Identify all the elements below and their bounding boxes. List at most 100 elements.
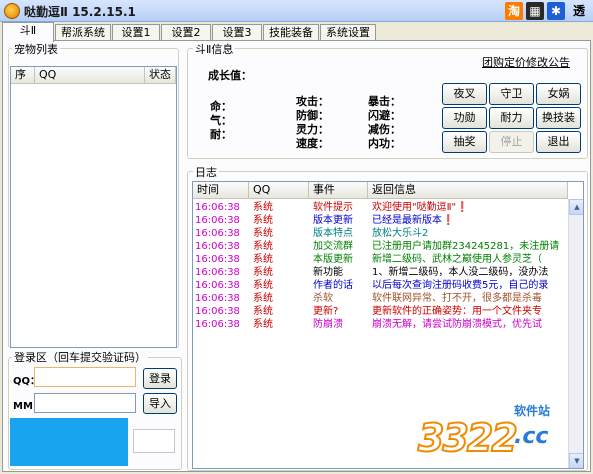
log-cell-event: 本版更新 (313, 254, 353, 265)
captcha-input[interactable] (133, 429, 175, 453)
log-row[interactable]: 16:06:38 系统 版本更新 已经是最新版本❗ (195, 214, 568, 227)
watermark-suffix: .cc (514, 424, 549, 449)
log-cell-msg: 放松大乐斗2 (372, 228, 429, 239)
scroll-up-icon[interactable]: ▲ (569, 199, 583, 215)
log-cell-event: 加交流群 (313, 241, 353, 252)
log-cell-event: 作者的话 (313, 280, 353, 291)
transparent-toggle[interactable]: 透 (570, 2, 588, 20)
log-cell-msg: 已注册用户请加群234245281，未注册请 (372, 241, 560, 252)
nuwa-button[interactable]: 女娲 (536, 83, 581, 105)
window-title: 哒勤逗Ⅱ 15.2.15.1 (24, 5, 136, 19)
growth-label: 成长值： (208, 69, 252, 82)
log-cell-event: 杀软 (313, 293, 333, 304)
qq-input[interactable] (34, 367, 136, 387)
log-cell-qq: 系统 (253, 306, 273, 317)
log-row[interactable]: 16:06:38 系统 软件提示 欢迎使用"哒勤逗Ⅱ"❗ (195, 201, 568, 214)
tab-0[interactable]: 斗Ⅱ (2, 22, 54, 42)
watermark-tag: 软件站 (514, 404, 551, 418)
log-cell-msg: 更新软件的正确姿势：用一个文件夹专 (372, 306, 542, 317)
log-cell-qq: 系统 (253, 319, 273, 330)
taobao-icon[interactable]: 淘 (505, 2, 523, 20)
stamina-button[interactable]: 耐力 (489, 107, 534, 129)
tab-3[interactable]: 设置2 (161, 24, 211, 41)
log-cell-event: 软件提示 (313, 202, 353, 213)
film-icon[interactable]: ▦ (526, 2, 544, 20)
captcha-image[interactable] (10, 418, 128, 466)
log-col-qq[interactable]: QQ (249, 182, 309, 199)
pet-list-title: 宠物列表 (12, 41, 60, 57)
stat-speed: 速度： (296, 137, 329, 150)
log-col-time[interactable]: 时间 (193, 182, 249, 199)
log-cell-time: 16:06:38 (195, 215, 240, 226)
lottery-button[interactable]: 抽奖 (442, 131, 487, 153)
tab-4[interactable]: 设置3 (212, 24, 262, 41)
log-cell-msg: 新增二级码、武林之巅使用人参灵芝（ (372, 254, 542, 265)
log-row[interactable]: 16:06:38 系统 防崩溃 崩溃无解，请尝试防崩溃模式，优先试 (195, 318, 568, 331)
log-cell-time: 16:06:38 (195, 267, 240, 278)
stat-endurance: 耐： (210, 128, 232, 141)
log-cell-qq: 系统 (253, 254, 273, 265)
log-cell-event: 版本更新 (313, 215, 353, 226)
log-cell-msg: 已经是最新版本❗ (372, 215, 455, 226)
log-cell-qq: 系统 (253, 241, 273, 252)
log-cell-msg: 1、新增二级码，本人没二级码，没办法 (372, 267, 549, 278)
log-cell-event: 新功能 (313, 267, 343, 278)
tab-2[interactable]: 设置1 (112, 24, 160, 41)
log-row[interactable]: 16:06:38 系统 本版更新 新增二级码、武林之巅使用人参灵芝（ (195, 253, 568, 266)
log-cell-time: 16:06:38 (195, 293, 240, 304)
log-cell-event: 版本特点 (313, 228, 353, 239)
group-buy-notice-link[interactable]: 团购定价修改公告 (482, 54, 570, 70)
log-row[interactable]: 16:06:38 系统 作者的话 以后每次查询注册码收费5元，自己的录 (195, 279, 568, 292)
login-button[interactable]: 登录 (143, 368, 177, 389)
log-col-message[interactable]: 返回信息 (368, 182, 568, 199)
log-cell-time: 16:06:38 (195, 254, 240, 265)
tab-6[interactable]: 系统设置 (320, 24, 376, 41)
log-cell-time: 16:06:38 (195, 319, 240, 330)
guard-button[interactable]: 守卫 (489, 83, 534, 105)
log-cell-qq: 系统 (253, 280, 273, 291)
tab-5[interactable]: 技能装备 (263, 24, 319, 41)
log-cell-qq: 系统 (253, 267, 273, 278)
stop-button[interactable]: 停止 (489, 131, 534, 153)
log-cell-event: 更新? (313, 306, 339, 317)
log-cell-event: 防崩溃 (313, 319, 343, 330)
log-cell-time: 16:06:38 (195, 202, 240, 213)
log-cell-msg: 软件联网异常、打不开，很多都是杀毒 (372, 293, 542, 304)
import-button[interactable]: 导入 (143, 393, 177, 414)
password-input[interactable] (34, 393, 136, 413)
watermark-brand: 3322 (417, 415, 519, 461)
log-title: 日志 (193, 164, 219, 180)
col-header-index[interactable]: 序 (11, 67, 35, 84)
paw-icon[interactable]: ✱ (547, 2, 565, 20)
exit-button[interactable]: 退出 (536, 131, 581, 153)
log-row[interactable]: 16:06:38 系统 更新? 更新软件的正确姿势：用一个文件夹专 (195, 305, 568, 318)
log-row[interactable]: 16:06:38 系统 版本特点 放松大乐斗2 (195, 227, 568, 240)
merit-button[interactable]: 功勋 (442, 107, 487, 129)
login-title: 登录区（回车提交验证码） (12, 349, 148, 365)
log-cell-qq: 系统 (253, 215, 273, 226)
log-cell-qq: 系统 (253, 293, 273, 304)
pet-list[interactable]: 序 QQ 状态 (10, 66, 177, 348)
log-cell-qq: 系统 (253, 228, 273, 239)
log-row[interactable]: 16:06:38 系统 杀软 软件联网异常、打不开，很多都是杀毒 (195, 292, 568, 305)
stat-inner-power: 内功： (368, 137, 401, 150)
log-cell-qq: 系统 (253, 202, 273, 213)
info-title: 斗Ⅱ信息 (193, 41, 236, 57)
col-header-qq[interactable]: QQ (35, 67, 145, 84)
app-logo-icon (4, 3, 20, 19)
swap-skill-button[interactable]: 换技装 (536, 107, 581, 129)
log-col-event[interactable]: 事件 (309, 182, 368, 199)
yecha-button[interactable]: 夜叉 (442, 83, 487, 105)
log-cell-msg: 崩溃无解，请尝试防崩溃模式，优先试 (372, 319, 542, 330)
site-watermark: 3322 .cc 软件站 (417, 402, 590, 472)
col-header-status[interactable]: 状态 (145, 67, 176, 84)
log-cell-time: 16:06:38 (195, 228, 240, 239)
tab-1[interactable]: 帮派系统 (55, 24, 111, 41)
log-row[interactable]: 16:06:38 系统 加交流群 已注册用户请加群234245281，未注册请 (195, 240, 568, 253)
main-tabs: 斗Ⅱ 帮派系统 设置1 设置2 设置3 技能装备 系统设置 (2, 22, 402, 42)
log-cell-time: 16:06:38 (195, 241, 240, 252)
log-cell-msg: 欢迎使用"哒勤逗Ⅱ"❗ (372, 202, 469, 213)
log-cell-time: 16:06:38 (195, 280, 240, 291)
log-row[interactable]: 16:06:38 系统 新功能 1、新增二级码，本人没二级码，没办法 (195, 266, 568, 279)
log-cell-time: 16:06:38 (195, 306, 240, 317)
